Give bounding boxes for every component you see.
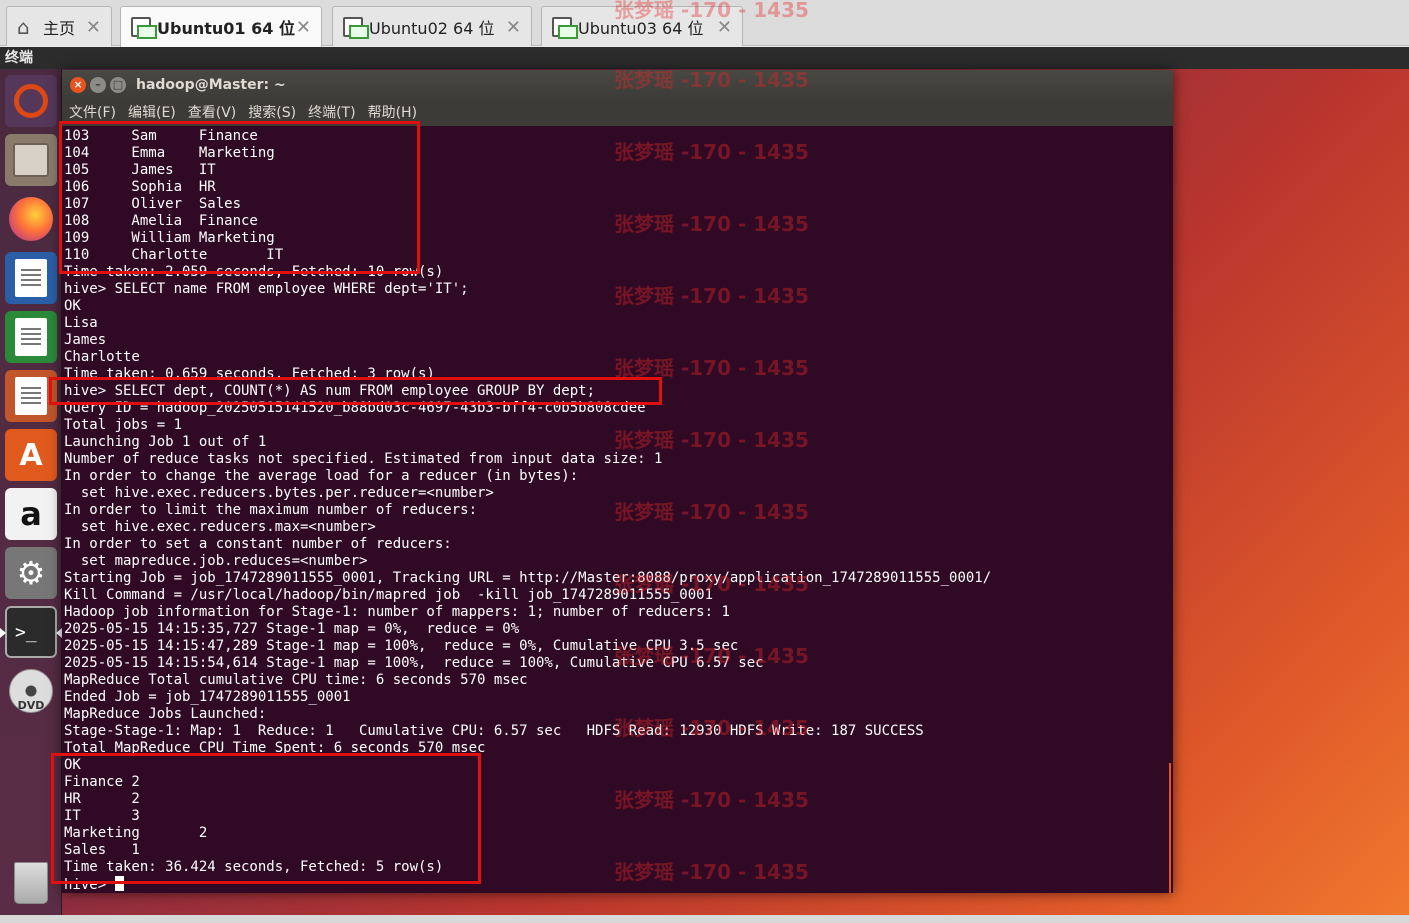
guest-top-bar: 终端	[0, 47, 1409, 69]
terminal-line: Starting Job = job_1747289011555_0001, T…	[64, 570, 992, 586]
tab-label: 主页	[43, 18, 76, 38]
close-tab-icon[interactable]: ✕	[506, 17, 521, 38]
terminal-line: Hadoop job information for Stage-1: numb…	[64, 604, 730, 620]
trash-launcher-button[interactable]	[5, 857, 57, 909]
terminal-line: hive> SELECT name FROM employee WHERE de…	[64, 281, 469, 297]
vm-tab-bar: ⌂ 主页 ✕ Ubuntu01 64 位 ✕ Ubuntu02 64 位 ✕ U…	[0, 0, 1409, 47]
terminal-launcher-button[interactable]: >_	[5, 606, 57, 658]
terminal-line: In order to change the average load for …	[64, 468, 579, 484]
vm-icon	[552, 16, 578, 39]
guest-top-bar-label: 终端	[5, 50, 33, 66]
firefox-launcher-button[interactable]	[5, 193, 57, 245]
terminal-line: MapReduce Total cumulative CPU time: 6 s…	[64, 672, 528, 688]
wrench-gear-icon: ⚙	[16, 554, 46, 592]
ubuntu-logo-icon	[14, 84, 48, 118]
window-title: hadoop@Master: ~	[136, 77, 286, 93]
dvd-launcher-button[interactable]: DVD	[5, 665, 57, 717]
terminal-line: MapReduce Jobs Launched:	[64, 706, 267, 722]
terminal-line: In order to set a constant number of red…	[64, 536, 452, 552]
amazon-launcher-button[interactable]: a	[5, 488, 57, 540]
calc-launcher-button[interactable]	[5, 311, 57, 363]
terminal-line: Launching Job 1 out of 1	[64, 434, 267, 450]
dvd-icon: DVD	[9, 669, 53, 713]
tab-home[interactable]: ⌂ 主页 ✕	[6, 6, 112, 46]
terminal-line: Number of reduce tasks not specified. Es…	[64, 451, 663, 467]
spreadsheet-icon	[15, 318, 47, 356]
terminal-line: set mapreduce.job.reduces=<number>	[64, 553, 368, 569]
writer-launcher-button[interactable]	[5, 252, 57, 304]
dvd-label: DVD	[17, 699, 45, 712]
system-settings-button[interactable]: ⚙	[5, 547, 57, 599]
terminal-line: James	[64, 332, 107, 348]
shopping-bag-icon: A	[19, 437, 43, 473]
tab-ubuntu01[interactable]: Ubuntu01 64 位 ✕	[120, 6, 322, 47]
highlight-box-group-by-result	[51, 753, 481, 884]
terminal-line: In order to limit the maximum number of …	[64, 502, 478, 518]
tab-label: Ubuntu02 64 位	[369, 18, 495, 38]
highlight-box-employee-rows	[59, 121, 420, 274]
terminal-line: set hive.exec.reducers.max=<number>	[64, 519, 376, 535]
home-icon: ⌂	[17, 14, 30, 39]
tab-label: Ubuntu03 64 位	[578, 18, 704, 38]
vm-status-strip	[0, 915, 1409, 923]
vm-icon	[343, 16, 369, 39]
close-tab-icon[interactable]: ✕	[717, 17, 732, 38]
firefox-icon	[9, 197, 53, 241]
tab-ubuntu02[interactable]: Ubuntu02 64 位 ✕	[332, 6, 532, 46]
close-tab-icon[interactable]: ✕	[296, 17, 311, 38]
terminal-line: set hive.exec.reducers.bytes.per.reducer…	[64, 485, 494, 501]
terminal-scrollbar[interactable]	[1169, 763, 1171, 893]
terminal-line: Stage-Stage-1: Map: 1 Reduce: 1 Cumulati…	[64, 723, 924, 739]
close-tab-icon[interactable]: ✕	[86, 17, 101, 38]
tab-label: Ubuntu01 64 位	[157, 19, 295, 38]
terminal-line: Lisa	[64, 315, 98, 331]
writer-document-icon	[15, 259, 47, 297]
highlight-box-group-by-query	[49, 377, 662, 405]
terminal-line: 2025-05-15 14:15:47,289 Stage-1 map = 10…	[64, 638, 739, 654]
ubuntu-dash-button[interactable]	[5, 75, 57, 127]
files-launcher-button[interactable]	[5, 134, 57, 186]
amazon-icon: a	[20, 495, 42, 533]
minimize-window-icon[interactable]: –	[90, 77, 106, 93]
terminal-line: Total jobs = 1	[64, 417, 183, 433]
maximize-window-icon[interactable]: □	[110, 77, 126, 93]
terminal-line: Kill Command = /usr/local/hadoop/bin/map…	[64, 587, 714, 603]
terminal-line: 2025-05-15 14:15:35,727 Stage-1 map = 0%…	[64, 621, 520, 637]
terminal-line: Ended Job = job_1747289011555_0001	[64, 689, 351, 705]
terminal-line: OK	[64, 298, 81, 314]
trash-icon	[14, 862, 48, 904]
close-window-icon[interactable]: ×	[70, 77, 86, 93]
presentation-icon	[15, 377, 47, 415]
running-indicator-icon	[0, 628, 6, 638]
tab-ubuntu03[interactable]: Ubuntu03 64 位 ✕	[541, 6, 743, 46]
terminal-line: 2025-05-15 14:15:54,614 Stage-1 map = 10…	[64, 655, 764, 671]
file-cabinet-icon	[13, 143, 49, 177]
window-titlebar[interactable]: × – □ hadoop@Master: ~	[62, 70, 1173, 100]
terminal-line: Charlotte	[64, 349, 140, 365]
terminal-icon: >_	[15, 621, 37, 643]
vm-icon	[131, 17, 157, 39]
software-center-button[interactable]: A	[5, 429, 57, 481]
